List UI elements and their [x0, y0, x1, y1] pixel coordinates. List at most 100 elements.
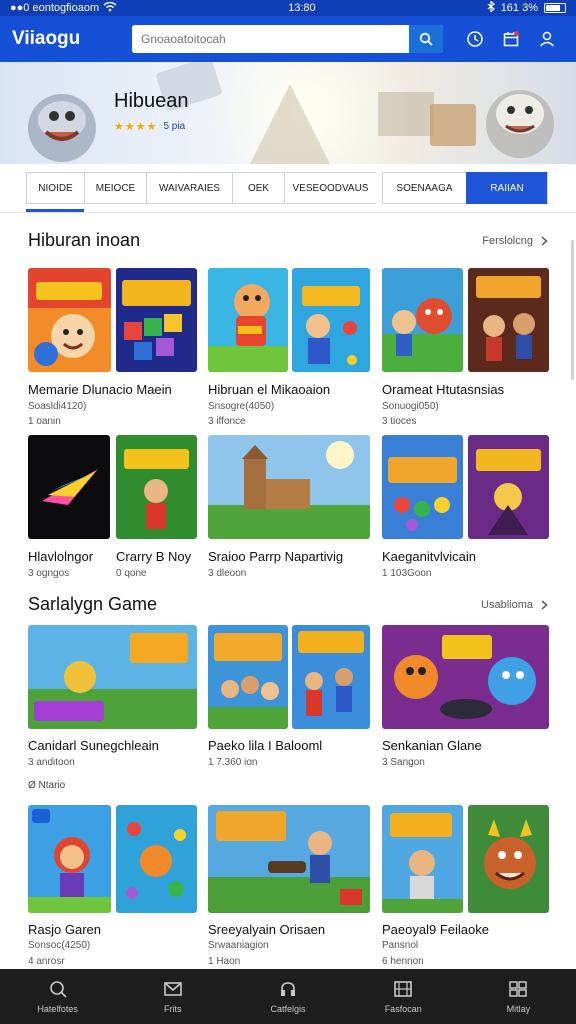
nav-item-catfelgis[interactable]: Catfelgis	[230, 969, 345, 1024]
game-thumbnail[interactable]	[292, 268, 370, 372]
card-meta: 3 ogngos	[28, 568, 70, 579]
game-thumbnail[interactable]	[28, 435, 110, 539]
search-input[interactable]	[132, 25, 409, 53]
card-meta: 0 qone	[116, 568, 147, 579]
sub-section-label: Ø Ntario	[28, 780, 66, 791]
nav-label: Mitlay	[506, 1004, 531, 1014]
card-meta: 3 tioces	[382, 416, 417, 427]
card-meta: Soasldi4120)	[28, 401, 87, 412]
tab-waivaraies[interactable]: WAIVARAIES	[146, 172, 232, 204]
nav-label: Hatelfotes	[37, 1004, 78, 1014]
history-icon[interactable]	[465, 29, 485, 49]
section-header-2: Sarlalygn Game Usablioma	[28, 594, 548, 615]
card-meta: 3 anditoon	[28, 757, 75, 768]
category-tabs: NIOIDE MEIOCE WAIVARAIES OEK VESEOODVAUS…	[26, 172, 550, 204]
game-thumbnail[interactable]	[208, 435, 370, 539]
bottom-navigation: Hatelfotes Frits Catfelgis Fasfocan Mitl…	[0, 969, 576, 1024]
mail-icon	[163, 979, 183, 999]
section-title: Hiburan inoan	[28, 230, 141, 250]
game-thumbnail[interactable]	[468, 805, 549, 913]
status-bar: ●●0 eontogfioaom 13:80 161 3%	[0, 0, 576, 16]
nav-item-frits[interactable]: Frits	[115, 969, 230, 1024]
divider	[0, 212, 576, 213]
nav-label: Frits	[164, 1004, 182, 1014]
card-title[interactable]: Sreeyalyain Orisaen	[208, 922, 325, 937]
game-thumbnail[interactable]	[468, 435, 549, 539]
game-thumbnail[interactable]	[468, 268, 549, 372]
carrier-text: ●●0 eontogfioaom	[10, 2, 100, 14]
search-button[interactable]	[409, 25, 443, 53]
section-header-1: Hiburan inoan Ferslolcng	[28, 230, 548, 251]
game-thumbnail[interactable]	[116, 435, 197, 539]
see-all-label: Usablioma	[481, 598, 533, 611]
nav-item-mitlay[interactable]: Mitlay	[461, 969, 576, 1024]
game-thumbnail[interactable]	[292, 625, 370, 729]
calendar-icon[interactable]	[501, 29, 521, 49]
tab-nioide[interactable]: NIOIDE	[26, 172, 84, 204]
game-thumbnail[interactable]	[382, 805, 463, 913]
card-title[interactable]: Crarry B Noy	[116, 549, 191, 564]
game-thumbnail[interactable]	[28, 625, 197, 729]
see-all-label: Ferslolcng	[482, 234, 533, 247]
hero-illustration	[28, 62, 554, 164]
carrier-info: ●●0 eontogfioaom	[10, 1, 117, 15]
battery-icon	[544, 3, 566, 13]
star-rating-icon: ★★★★	[114, 121, 158, 133]
headset-icon	[278, 979, 298, 999]
chevron-right-icon	[541, 599, 548, 610]
game-thumbnail[interactable]	[28, 805, 111, 913]
card-title[interactable]: Hlavlolngor	[28, 549, 93, 564]
game-thumbnail[interactable]	[382, 268, 463, 372]
tab-vesedodvaus[interactable]: VESEOODVAUS	[284, 172, 376, 204]
search-icon	[419, 32, 433, 46]
game-thumbnail[interactable]	[382, 625, 549, 729]
search-bar	[132, 25, 443, 53]
card-meta: Sonuogi050)	[382, 401, 439, 412]
tab-soenaaga[interactable]: SOENAAGA	[382, 172, 466, 204]
status-time: 13:80	[288, 2, 316, 14]
app-logo[interactable]: Viiaogu	[12, 28, 120, 50]
card-title[interactable]: Paeoyal9 Feilaoke	[382, 922, 489, 937]
status-indicators: 161 3%	[487, 0, 566, 15]
see-all-link[interactable]: Usablioma	[481, 599, 548, 611]
tab-meioce[interactable]: MEIOCE	[84, 172, 146, 204]
profile-icon[interactable]	[537, 29, 557, 49]
card-meta: Sonsoc(4250)	[28, 940, 91, 951]
card-meta: Srwaaniagion	[208, 940, 269, 951]
tab-oek[interactable]: OEK	[232, 172, 284, 204]
card-title[interactable]: Kaeganitvlvicain	[382, 549, 476, 564]
card-meta: 1 oanin	[28, 416, 61, 427]
game-thumbnail[interactable]	[208, 625, 288, 729]
card-title[interactable]: Canidarl Sunegchleain	[28, 738, 159, 753]
card-title[interactable]: Sraioo Parrp Napartivig	[208, 549, 343, 564]
card-title[interactable]: Hibruan el Mikaoaion	[208, 382, 330, 397]
card-title[interactable]: Memarie Dlunacio Maein	[28, 382, 172, 397]
search-icon	[48, 979, 68, 999]
nav-item-fasfocan[interactable]: Fasfocan	[346, 969, 461, 1024]
tab-raiian[interactable]: RAIIAN	[466, 172, 548, 204]
scrollbar[interactable]	[571, 240, 574, 380]
game-thumbnail[interactable]	[116, 805, 197, 913]
card-title[interactable]: Orameat Htutasnsias	[382, 382, 504, 397]
hero-banner[interactable]: Hibuean ★★★★ 5 pia	[0, 62, 576, 164]
game-thumbnail[interactable]	[382, 435, 463, 539]
game-thumbnail[interactable]	[208, 268, 288, 372]
game-thumbnail[interactable]	[116, 268, 197, 372]
game-thumbnail[interactable]	[28, 268, 111, 372]
hero-rating-text: 5 pia	[163, 121, 186, 132]
app-bar-actions	[465, 29, 557, 49]
see-all-link[interactable]: Ferslolcng	[482, 235, 548, 247]
nav-label: Fasfocan	[384, 1004, 422, 1014]
card-meta: Pansnol	[382, 940, 419, 951]
game-thumbnail[interactable]	[208, 805, 370, 913]
card-title[interactable]: Paeko lila I Balooml	[208, 738, 322, 753]
battery-percent: 161 3%	[500, 2, 538, 14]
card-meta: 6 hennon	[382, 956, 424, 967]
card-title[interactable]: Senkanian Glane	[382, 738, 482, 753]
card-title[interactable]: Rasjo Garen	[28, 922, 101, 937]
card-meta: 3 Sangon	[382, 757, 425, 768]
nav-item-hatelfotes[interactable]: Hatelfotes	[0, 969, 115, 1024]
card-meta: 3 dleoon	[208, 568, 247, 579]
wifi-icon	[103, 1, 117, 15]
card-meta: 1 103Goon	[382, 568, 432, 579]
